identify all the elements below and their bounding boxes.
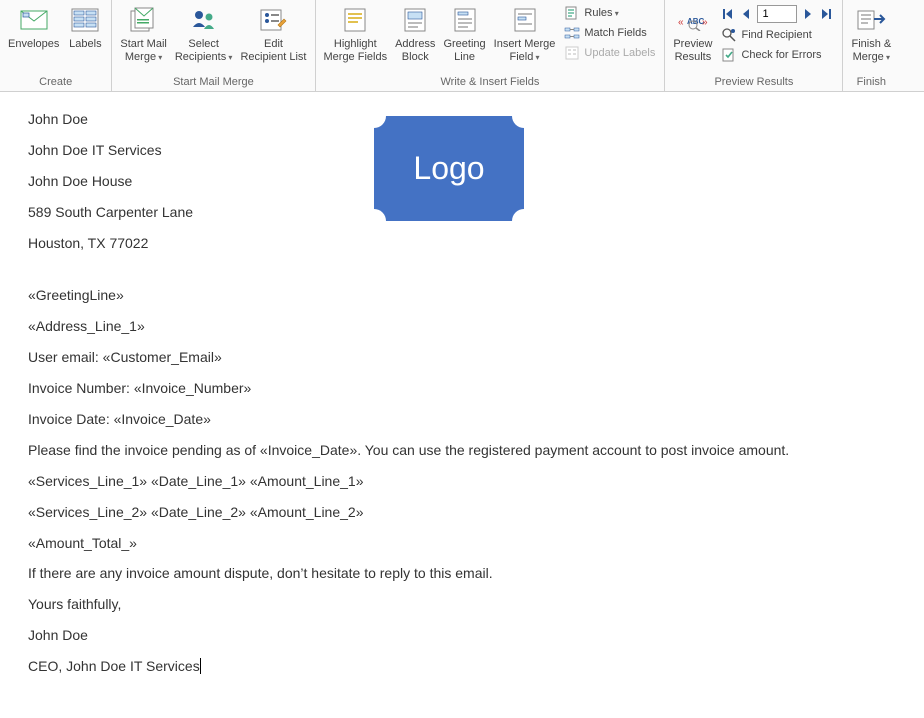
group-preview-label: Preview Results (669, 74, 838, 91)
match-fields-button[interactable]: Match Fields (561, 24, 658, 42)
check-errors-label: Check for Errors (741, 49, 821, 61)
group-wif-label: Write & Insert Fields (320, 74, 661, 91)
labels-label: Labels (69, 38, 101, 51)
edit-recipient-list-button[interactable]: Edit Recipient List (236, 2, 310, 66)
mailings-ribbon: Envelopes Labels Create Start Mail Merge (0, 0, 924, 92)
greeting-line-button[interactable]: Greeting Line (439, 2, 489, 66)
select-recipients-icon (188, 4, 220, 36)
invoice-number-line: Invoice Number: «Invoice_Number» (28, 379, 900, 398)
first-record-icon[interactable] (721, 7, 735, 21)
rules-label: Rules (584, 7, 618, 19)
preview-results-button[interactable]: «ABC» Preview Results (669, 2, 716, 66)
highlight-merge-icon (339, 4, 371, 36)
group-finish: Finish & Merge Finish (843, 0, 899, 91)
insert-merge-field-icon (509, 4, 541, 36)
start-mail-merge-label: Start Mail Merge (120, 38, 166, 64)
insert-merge-field-button[interactable]: Insert Merge Field (490, 2, 560, 66)
sender-block: John Doe John Doe IT Services John Doe H… (28, 110, 368, 264)
check-errors-icon (721, 47, 737, 63)
finish-merge-label: Finish & Merge (851, 38, 891, 64)
signer-title: CEO, John Doe IT Services (28, 657, 900, 676)
sender-company: John Doe IT Services (28, 141, 368, 160)
envelopes-label: Envelopes (8, 38, 59, 51)
address-line-1-field: «Address_Line_1» (28, 317, 900, 336)
preview-results-icon: «ABC» (677, 4, 709, 36)
finish-merge-button[interactable]: Finish & Merge (847, 2, 895, 66)
envelopes-button[interactable]: Envelopes (4, 2, 63, 53)
select-recipients-button[interactable]: Select Recipients (171, 2, 237, 66)
highlight-merge-label: Highlight Merge Fields (324, 38, 388, 64)
group-create: Envelopes Labels Create (0, 0, 112, 91)
select-recipients-label: Select Recipients (175, 38, 233, 64)
service-line-1: «Services_Line_1» «Date_Line_1» «Amount_… (28, 472, 900, 491)
greeting-line-label: Greeting Line (443, 38, 485, 64)
sender-building: John Doe House (28, 172, 368, 191)
group-start-mail-merge: Start Mail Merge Select Recipients Edit … (112, 0, 315, 91)
dispute-paragraph: If there are any invoice amount dispute,… (28, 564, 900, 583)
sender-street: 589 South Carpenter Lane (28, 203, 368, 222)
preview-results-label: Preview Results (673, 38, 712, 64)
prev-record-icon[interactable] (739, 7, 753, 21)
find-recipient-button[interactable]: Find Recipient (718, 26, 836, 44)
find-recipient-icon (721, 27, 737, 43)
labels-icon (69, 4, 101, 36)
envelope-icon (18, 4, 50, 36)
update-labels-label: Update Labels (584, 47, 655, 59)
invoice-date-line: Invoice Date: «Invoice_Date» (28, 410, 900, 429)
match-fields-icon (564, 25, 580, 41)
highlight-merge-fields-button[interactable]: Highlight Merge Fields (320, 2, 392, 66)
amount-total-field: «Amount_Total_» (28, 534, 900, 553)
address-block-button[interactable]: Address Block (391, 2, 439, 66)
sender-name: John Doe (28, 110, 368, 129)
edit-recipient-list-icon (257, 4, 289, 36)
next-record-icon[interactable] (801, 7, 815, 21)
find-recipient-label: Find Recipient (741, 29, 811, 41)
svg-text:»: » (702, 17, 708, 28)
edit-recipient-list-label: Edit Recipient List (240, 38, 306, 64)
greeting-line-field: «GreetingLine» (28, 286, 900, 305)
update-labels-button: Update Labels (561, 44, 658, 62)
signer-name: John Doe (28, 626, 900, 645)
insert-merge-field-label: Insert Merge Field (494, 38, 556, 64)
address-block-label: Address Block (395, 38, 435, 64)
finish-merge-icon (855, 4, 887, 36)
address-block-icon (399, 4, 431, 36)
group-smm-label: Start Mail Merge (116, 74, 310, 91)
svg-text:«: « (678, 17, 684, 28)
signoff: Yours faithfully, (28, 595, 900, 614)
logo-text: Logo (413, 150, 484, 187)
match-fields-label: Match Fields (584, 27, 646, 39)
record-number-input[interactable] (757, 5, 797, 23)
group-preview-results: «ABC» Preview Results Find Recipient (665, 0, 843, 91)
logo-placeholder: Logo (374, 116, 524, 221)
rules-icon (564, 5, 580, 21)
document-body[interactable]: John Doe John Doe IT Services John Doe H… (0, 92, 924, 718)
group-create-label: Create (4, 74, 107, 91)
sender-city: Houston, TX 77022 (28, 234, 368, 253)
body-paragraph-1: Please find the invoice pending as of «I… (28, 441, 900, 460)
mail-merge-icon (128, 4, 160, 36)
group-finish-label: Finish (847, 74, 895, 91)
start-mail-merge-button[interactable]: Start Mail Merge (116, 2, 170, 66)
last-record-icon[interactable] (819, 7, 833, 21)
greeting-line-icon (449, 4, 481, 36)
user-email-line: User email: «Customer_Email» (28, 348, 900, 367)
update-labels-icon (564, 45, 580, 61)
group-write-insert: Highlight Merge Fields Address Block Gre… (316, 0, 666, 91)
check-errors-button[interactable]: Check for Errors (718, 46, 836, 64)
labels-button[interactable]: Labels (63, 2, 107, 53)
rules-button[interactable]: Rules (561, 4, 658, 22)
service-line-2: «Services_Line_2» «Date_Line_2» «Amount_… (28, 503, 900, 522)
